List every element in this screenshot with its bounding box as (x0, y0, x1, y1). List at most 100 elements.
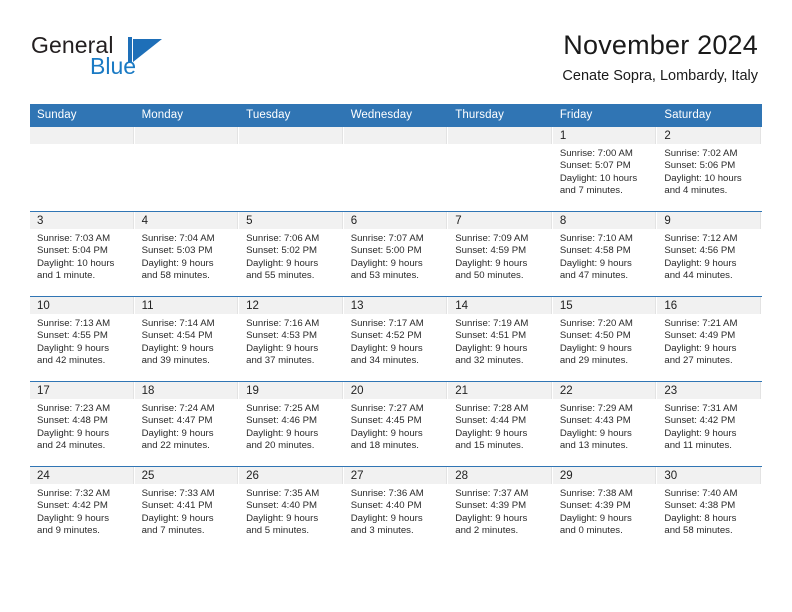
sunset-time: Sunset: 5:04 PM (37, 245, 108, 257)
calendar-day-cell[interactable]: 30 Sunrise: 7:40 AM Sunset: 4:38 PM Dayligh… (657, 466, 762, 551)
day-number: 8 (552, 212, 657, 229)
weekday-header-tuesday: Tuesday (239, 104, 344, 127)
day-number (134, 127, 239, 144)
day-number: 27 (343, 467, 448, 484)
day-sun-details: Sunrise: 7:38 AM Sunset: 4:39 PM Daylight:… (553, 484, 657, 537)
calendar-day-cell[interactable]: 19 Sunrise: 7:25 AM Sunset: 4:46 PM Dayligh… (239, 381, 344, 467)
daylight-duration-line2: and 27 minutes. (664, 354, 733, 366)
day-number: 21 (448, 382, 552, 399)
sunrise-time: Sunrise: 7:24 AM (141, 403, 215, 414)
calendar-day-cell[interactable]: 22 Sunrise: 7:29 AM Sunset: 4:43 PM Dayligh… (552, 381, 658, 467)
day-number: 1 (552, 127, 657, 144)
day-number: 14 (448, 297, 552, 314)
daylight-duration-line1: Daylight: 9 hours (559, 512, 632, 524)
day-cell-inner: 3 Sunrise: 7:03 AM Sunset: 5:04 PM Daylight… (30, 212, 135, 296)
calendar-day-cell[interactable]: 8 Sunrise: 7:10 AM Sunset: 4:58 PM Daylight… (552, 211, 658, 297)
daylight-duration-line1: Daylight: 9 hours (350, 257, 423, 269)
calendar-day-cell[interactable]: 1 Sunrise: 7:00 AM Sunset: 5:07 PM Daylight… (552, 126, 658, 212)
calendar-day-cell[interactable]: 29 Sunrise: 7:38 AM Sunset: 4:39 PM Dayligh… (552, 466, 658, 551)
day-cell-inner: 8 Sunrise: 7:10 AM Sunset: 4:58 PM Daylight… (552, 212, 658, 296)
calendar-day-cell[interactable]: 21 Sunrise: 7:28 AM Sunset: 4:44 PM Dayligh… (448, 381, 553, 467)
calendar-day-cell[interactable]: 14 Sunrise: 7:19 AM Sunset: 4:51 PM Dayligh… (448, 296, 553, 382)
daylight-duration-line1: Daylight: 9 hours (350, 342, 423, 354)
day-sun-details: Sunrise: 7:09 AM Sunset: 4:59 PM Daylight:… (448, 229, 552, 282)
calendar-day-cell[interactable]: 18 Sunrise: 7:24 AM Sunset: 4:47 PM Dayligh… (134, 381, 240, 467)
sunrise-time: Sunrise: 7:31 AM (664, 403, 738, 414)
day-cell-inner: 27 Sunrise: 7:36 AM Sunset: 4:40 PM Dayligh… (343, 467, 449, 551)
calendar-day-cell[interactable]: 5 Sunrise: 7:06 AM Sunset: 5:02 PM Daylight… (239, 211, 344, 297)
page-title: November 2024 (563, 30, 758, 60)
calendar-page: General Blue November 2024 Cenate Sopra,… (0, 0, 792, 612)
calendar-day-cell[interactable]: 9 Sunrise: 7:12 AM Sunset: 4:56 PM Daylight… (657, 211, 762, 297)
day-sun-details: Sunrise: 7:13 AM Sunset: 4:55 PM Daylight:… (30, 314, 134, 367)
calendar-day-cell[interactable]: 2 Sunrise: 7:02 AM Sunset: 5:06 PM Daylight… (657, 126, 762, 212)
day-cell-inner: 22 Sunrise: 7:29 AM Sunset: 4:43 PM Dayligh… (552, 382, 658, 466)
sunrise-time: Sunrise: 7:10 AM (559, 233, 633, 244)
calendar-day-cell[interactable]: 27 Sunrise: 7:36 AM Sunset: 4:40 PM Dayligh… (343, 466, 449, 551)
sunset-time: Sunset: 4:42 PM (37, 500, 108, 512)
calendar-day-cell[interactable]: 13 Sunrise: 7:17 AM Sunset: 4:52 PM Dayligh… (343, 296, 449, 382)
daylight-duration-line2: and 13 minutes. (559, 439, 629, 451)
calendar-day-cell[interactable]: 23 Sunrise: 7:31 AM Sunset: 4:42 PM Dayligh… (657, 381, 762, 467)
daylight-duration-line1: Daylight: 9 hours (350, 427, 423, 439)
sunrise-time: Sunrise: 7:14 AM (141, 318, 215, 329)
daylight-duration-line2: and 53 minutes. (350, 269, 419, 281)
daylight-duration-line2: and 11 minutes. (664, 439, 732, 451)
sunrise-time: Sunrise: 7:36 AM (350, 488, 424, 499)
daylight-duration-line2: and 2 minutes. (455, 524, 519, 536)
day-number (448, 127, 552, 144)
sunrise-time: Sunrise: 7:37 AM (455, 488, 529, 499)
calendar-day-cell[interactable]: 12 Sunrise: 7:16 AM Sunset: 4:53 PM Dayligh… (239, 296, 344, 382)
calendar-day-cell[interactable]: 26 Sunrise: 7:35 AM Sunset: 4:40 PM Dayligh… (239, 466, 344, 551)
sunset-time: Sunset: 4:52 PM (350, 330, 422, 342)
calendar-day-cell[interactable]: 10 Sunrise: 7:13 AM Sunset: 4:55 PM Dayligh… (30, 296, 135, 382)
daylight-duration-line2: and 58 minutes. (664, 524, 733, 536)
daylight-duration-line1: Daylight: 9 hours (455, 257, 528, 269)
day-number: 6 (343, 212, 448, 229)
day-sun-details: Sunrise: 7:04 AM Sunset: 5:03 PM Daylight:… (135, 229, 239, 282)
daylight-duration-line2: and 55 minutes. (246, 269, 315, 281)
calendar-day-cell[interactable]: 3 Sunrise: 7:03 AM Sunset: 5:04 PM Daylight… (30, 211, 135, 297)
calendar-day-cell[interactable]: 7 Sunrise: 7:09 AM Sunset: 4:59 PM Daylight… (448, 211, 553, 297)
daylight-duration-line2: and 47 minutes. (559, 269, 629, 281)
day-number: 16 (657, 297, 761, 314)
daylight-duration-line1: Daylight: 9 hours (246, 342, 319, 354)
calendar-day-cell[interactable]: 25 Sunrise: 7:33 AM Sunset: 4:41 PM Dayligh… (134, 466, 240, 551)
day-number: 19 (239, 382, 343, 399)
calendar-day-cell[interactable]: 15 Sunrise: 7:20 AM Sunset: 4:50 PM Dayligh… (552, 296, 658, 382)
day-sun-details: Sunrise: 7:23 AM Sunset: 4:48 PM Daylight:… (30, 399, 134, 452)
brand-name-blue: Blue (90, 53, 137, 79)
title-block: November 2024 Cenate Sopra, Lombardy, It… (562, 31, 758, 85)
day-sun-details: Sunrise: 7:32 AM Sunset: 4:42 PM Daylight:… (30, 484, 134, 537)
daylight-duration-line2: and 5 minutes. (246, 524, 310, 536)
calendar-day-cell[interactable]: 17 Sunrise: 7:23 AM Sunset: 4:48 PM Dayligh… (30, 381, 135, 467)
calendar-day-cell[interactable]: 6 Sunrise: 7:07 AM Sunset: 5:00 PM Daylight… (343, 211, 449, 297)
sunset-time: Sunset: 4:43 PM (559, 415, 631, 427)
daylight-duration-line1: Daylight: 9 hours (141, 427, 214, 439)
calendar-week-row: 10 Sunrise: 7:13 AM Sunset: 4:55 PM Dayligh… (30, 296, 762, 382)
calendar-day-cell[interactable]: 16 Sunrise: 7:21 AM Sunset: 4:49 PM Dayligh… (657, 296, 762, 382)
sunset-time: Sunset: 5:07 PM (559, 160, 631, 172)
calendar-day-cell (239, 126, 344, 212)
sunset-time: Sunset: 4:50 PM (559, 330, 631, 342)
daylight-duration-line1: Daylight: 9 hours (246, 257, 319, 269)
day-sun-details: Sunrise: 7:29 AM Sunset: 4:43 PM Daylight:… (553, 399, 657, 452)
calendar-day-cell (30, 126, 135, 212)
sunset-time: Sunset: 4:54 PM (141, 330, 213, 342)
day-cell-inner: 11 Sunrise: 7:14 AM Sunset: 4:54 PM Dayligh… (134, 297, 240, 381)
day-cell-inner (343, 127, 449, 211)
sunrise-time: Sunrise: 7:25 AM (246, 403, 320, 414)
day-sun-details: Sunrise: 7:10 AM Sunset: 4:58 PM Daylight:… (553, 229, 657, 282)
day-sun-details: Sunrise: 7:07 AM Sunset: 5:00 PM Daylight:… (344, 229, 448, 282)
calendar-day-cell[interactable]: 20 Sunrise: 7:27 AM Sunset: 4:45 PM Dayligh… (343, 381, 449, 467)
calendar-header-row: Sunday Monday Tuesday Wednesday Thursday… (30, 104, 762, 127)
day-number: 3 (30, 212, 134, 229)
calendar-day-cell[interactable]: 28 Sunrise: 7:37 AM Sunset: 4:39 PM Dayligh… (448, 466, 553, 551)
daylight-duration-line2: and 18 minutes. (350, 439, 419, 451)
calendar-day-cell[interactable]: 11 Sunrise: 7:14 AM Sunset: 4:54 PM Dayligh… (134, 296, 240, 382)
calendar-day-cell[interactable]: 4 Sunrise: 7:04 AM Sunset: 5:03 PM Daylight… (134, 211, 240, 297)
weekday-header-saturday: Saturday (657, 104, 762, 127)
sunset-time: Sunset: 5:00 PM (350, 245, 422, 257)
calendar-day-cell[interactable]: 24 Sunrise: 7:32 AM Sunset: 4:42 PM Dayligh… (30, 466, 135, 551)
sunrise-time: Sunrise: 7:35 AM (246, 488, 320, 499)
